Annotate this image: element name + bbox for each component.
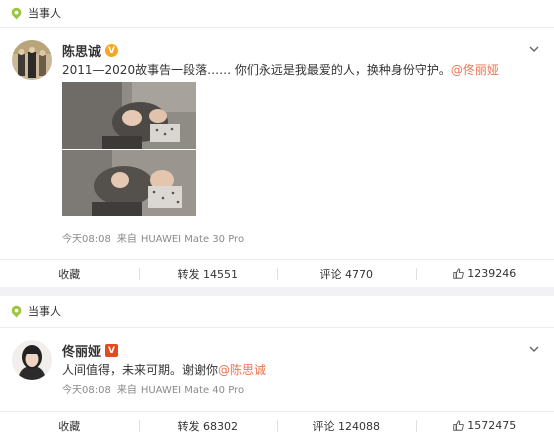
favorite-label: 收藏 [58,267,81,281]
post-text-content: 人间值得，未来可期。谢谢你 [62,363,219,377]
username-text: 陈思诚 [62,45,102,60]
verified-badge-icon: V [105,344,119,357]
action-bar: 收藏 转发 68302 评论 124088 1572475 [0,411,554,439]
topic-label: 当事人 [28,7,61,20]
thumbs-up-icon [453,420,465,431]
favorite-label: 收藏 [58,419,81,433]
post-text: 人间值得，未来可期。谢谢你@陈思诚 [62,361,266,378]
like-count: 1572475 [467,419,517,432]
verified-badge-icon: V [105,44,119,57]
mention-link[interactable]: @陈思诚 [218,363,266,377]
topic-label: 当事人 [28,305,61,318]
post-image-2[interactable] [62,150,196,216]
location-pin-icon [11,305,22,318]
comment-label: 评论 124088 [312,419,381,433]
post-device: HUAWEI Mate 40 Pro [140,385,245,396]
comment-label: 评论 4770 [319,267,374,281]
topic-tag[interactable]: 当事人 [10,301,61,321]
repost-button[interactable]: 转发 14551 [138,260,278,287]
like-count: 1239246 [467,267,517,280]
username[interactable]: 佟丽娅 V [62,341,119,360]
chevron-down-icon[interactable] [528,43,540,55]
weibo-post-1: 当事人 陈思诚 V 2011—2020故事告一段落…… 你们永远是我最爱的人，换… [0,0,554,287]
username-text: 佟丽娅 [62,345,102,360]
username[interactable]: 陈思诚 V [62,41,119,60]
avatar[interactable] [12,40,52,80]
location-pin-icon [11,7,22,20]
divider [0,327,554,328]
comment-button[interactable]: 评论 4770 [277,260,416,287]
like-button[interactable]: 1239246 [415,260,554,287]
favorite-button[interactable]: 收藏 [0,260,139,287]
repost-label: 转发 68302 [177,419,239,433]
mention-link[interactable]: @佟丽娅 [451,63,499,77]
repost-button[interactable]: 转发 68302 [138,412,278,439]
post-meta: 今天08:08 来自 HUAWEI Mate 30 Pro [62,230,244,245]
comment-button[interactable]: 评论 124088 [277,412,416,439]
avatar[interactable] [12,340,52,380]
post-text: 2011—2020故事告一段落…… 你们永远是我最爱的人，换种身份守护。@佟丽娅 [62,61,499,78]
post-time[interactable]: 今天08:08 [62,385,111,396]
post-device: HUAWEI Mate 30 Pro [140,234,245,245]
post-image-1[interactable] [62,82,196,149]
post-time[interactable]: 今天08:08 [62,234,111,245]
source-prefix: 来自 [116,385,137,396]
chevron-down-icon[interactable] [528,343,540,355]
topic-tag[interactable]: 当事人 [10,3,61,23]
post-text-content: 2011—2020故事告一段落…… 你们永远是我最爱的人，换种身份守护。 [62,63,451,77]
favorite-button[interactable]: 收藏 [0,412,139,439]
source-prefix: 来自 [116,234,137,245]
weibo-post-2: 当事人 佟丽娅 V 人间值得，未来可期。谢谢你@陈思诚 今天08:08 来自 HUA… [0,296,554,442]
divider [0,27,554,28]
repost-label: 转发 14551 [177,267,239,281]
thumbs-up-icon [453,268,465,279]
like-button[interactable]: 1572475 [415,412,554,439]
action-bar: 收藏 转发 14551 评论 4770 1239246 [0,259,554,287]
post-meta: 今天08:08 来自 HUAWEI Mate 40 Pro [62,381,244,396]
